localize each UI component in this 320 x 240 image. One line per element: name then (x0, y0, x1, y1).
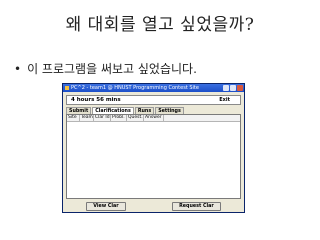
column-answer[interactable]: Answer (144, 115, 164, 121)
view-clar-button[interactable]: View Clar (86, 202, 126, 211)
bullet-item: • 이 프로그램을 써보고 싶었습니다. (14, 60, 197, 77)
window-controls (223, 85, 243, 91)
bullet-text: 이 프로그램을 써보고 싶었습니다. (27, 62, 197, 76)
clarifications-table[interactable]: Site Team Clar Id Probl. Quest. Answer (66, 114, 241, 199)
column-problem[interactable]: Probl. (111, 115, 127, 121)
time-remaining: 4 hours 56 mins (71, 97, 121, 103)
window-titlebar[interactable]: PC^2 - team1 @ HNUST Programming Contest… (63, 84, 244, 92)
window-title: PC^2 - team1 @ HNUST Programming Contest… (71, 85, 199, 91)
app-window: PC^2 - team1 @ HNUST Programming Contest… (62, 83, 245, 213)
column-clar-id[interactable]: Clar Id (94, 115, 111, 121)
action-bar: View Clar Request Clar (63, 202, 244, 211)
time-remaining-panel: 4 hours 56 mins Exit (66, 95, 241, 105)
app-icon (65, 85, 69, 90)
request-clar-button[interactable]: Request Clar (172, 202, 221, 211)
maximize-icon[interactable] (230, 85, 236, 91)
table-header: Site Team Clar Id Probl. Quest. Answer (67, 115, 240, 122)
column-question[interactable]: Quest. (127, 115, 144, 121)
exit-button[interactable]: Exit (219, 96, 230, 104)
slide-title: 왜 대회를 열고 싶었을까? (65, 15, 255, 35)
bullet-dot-icon: • (14, 62, 22, 76)
close-icon[interactable] (237, 85, 243, 91)
column-team[interactable]: Team (80, 115, 94, 121)
column-site[interactable]: Site (67, 115, 80, 121)
minimize-icon[interactable] (223, 85, 229, 91)
